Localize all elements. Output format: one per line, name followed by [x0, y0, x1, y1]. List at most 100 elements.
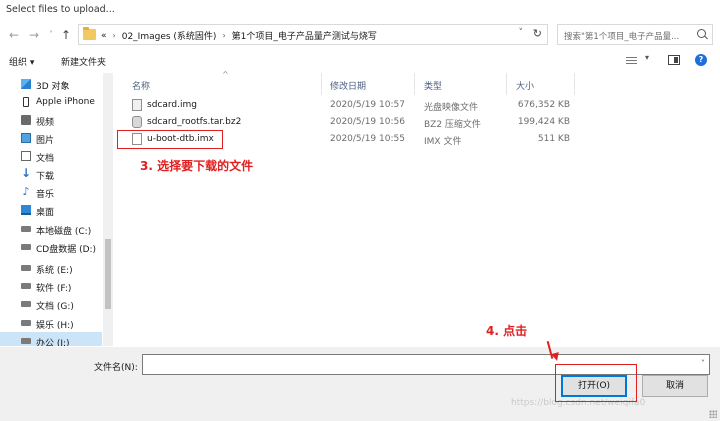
address-row: ← → ˅ ↑ « › 02_Images (系统固件) › 第1个项目_电子产…	[0, 22, 720, 48]
breadcrumb-overflow[interactable]: «	[101, 31, 107, 41]
sidebar-scroll-thumb[interactable]	[105, 239, 111, 309]
forward-arrow-icon[interactable]: →	[26, 26, 42, 44]
file-row[interactable]: sdcard.img 2020/5/19 10:57 光盘映像文件 676,35…	[114, 98, 574, 114]
address-bar[interactable]: « › 02_Images (系统固件) › 第1个项目_电子产品量产测试与烧写…	[78, 24, 548, 45]
sidebar-item-label: 下载	[36, 172, 55, 182]
column-divider[interactable]	[574, 73, 575, 95]
drive-icon	[21, 244, 31, 250]
navigation-pane: 3D 对象 Apple iPhone 视频 图片 文档 ↓ 下载 ♪ 音乐 桌面…	[0, 73, 113, 346]
sidebar-item-documents[interactable]: 文档	[0, 147, 102, 165]
sidebar-item-label: 桌面	[36, 208, 55, 218]
file-size: 511 KB	[537, 134, 570, 144]
sidebar-item-label: CD盘数据 (D:)	[36, 245, 97, 255]
sidebar-item-apple-iphone[interactable]: Apple iPhone	[0, 93, 102, 111]
3d-objects-icon	[21, 79, 31, 89]
up-arrow-icon[interactable]: ↑	[58, 26, 74, 44]
title-bar: Select files to upload...	[0, 0, 720, 19]
file-list: ^ 名称 修改日期 类型 大小 sdcard.img 2020/5/19 10:…	[114, 70, 720, 346]
cancel-button[interactable]: 取消	[642, 375, 708, 397]
preview-pane-icon[interactable]	[668, 55, 680, 65]
sidebar-item-music[interactable]: ♪ 音乐	[0, 183, 102, 201]
chevron-right-icon: ›	[222, 31, 226, 40]
drive-icon	[21, 283, 31, 289]
music-icon: ♪	[22, 185, 30, 198]
sidebar-item-drive-c[interactable]: 本地磁盘 (C:)	[0, 220, 102, 238]
sidebar-scrollbar[interactable]	[103, 73, 113, 346]
file-type: BZ2 压缩文件	[424, 120, 481, 130]
sidebar-item-drive-f[interactable]: 软件 (F:)	[0, 277, 102, 295]
sidebar-item-drive-i[interactable]: 办公 (I:)	[0, 332, 102, 346]
sidebar-item-label: 图片	[36, 136, 55, 146]
breadcrumb-item[interactable]: 第1个项目_电子产品量产测试与烧写	[232, 29, 377, 42]
column-divider[interactable]	[506, 73, 507, 95]
column-header-name[interactable]: 名称	[132, 79, 150, 92]
column-divider[interactable]	[414, 73, 415, 95]
search-placeholder: 搜索"第1个项目_电子产品量...	[564, 32, 680, 42]
drive-icon	[21, 226, 31, 232]
archive-file-icon	[132, 116, 142, 128]
toolbar: 组织 ▾ 新建文件夹 ▾ ?	[0, 50, 720, 72]
search-input[interactable]: 搜索"第1个项目_电子产品量...	[557, 24, 713, 45]
sidebar-item-label: 音乐	[36, 190, 55, 200]
sidebar-item-label: 办公 (I:)	[36, 339, 70, 346]
column-header-date[interactable]: 修改日期	[330, 79, 366, 92]
refresh-icon[interactable]: ↻	[533, 27, 542, 40]
file-date: 2020/5/19 10:55	[330, 134, 405, 144]
download-icon: ↓	[21, 166, 32, 180]
phone-icon	[23, 97, 29, 107]
new-folder-button[interactable]: 新建文件夹	[61, 55, 106, 68]
file-type: IMX 文件	[424, 137, 462, 147]
sidebar-item-label: 文档 (G:)	[36, 302, 74, 312]
file-date: 2020/5/19 10:56	[330, 117, 405, 127]
sidebar-item-label: 3D 对象	[36, 82, 70, 92]
sidebar-item-label: 娱乐 (H:)	[36, 321, 74, 331]
address-dropdown-icon[interactable]: ˅	[519, 28, 524, 38]
chevron-right-icon: ›	[112, 31, 116, 40]
help-icon[interactable]: ?	[695, 54, 707, 66]
column-divider[interactable]	[321, 73, 322, 95]
sidebar-item-label: 文档	[36, 154, 55, 164]
sidebar-item-drive-d[interactable]: CD盘数据 (D:)	[0, 238, 102, 256]
sidebar-item-pictures[interactable]: 图片	[0, 129, 102, 147]
column-headers: ^ 名称 修改日期 类型 大小	[114, 70, 720, 95]
file-name: sdcard_rootfs.tar.bz2	[147, 117, 242, 127]
sidebar-item-label: 软件 (F:)	[36, 284, 72, 294]
file-type: 光盘映像文件	[424, 103, 479, 113]
chevron-down-icon[interactable]: ˅	[701, 359, 705, 368]
drive-icon	[21, 338, 31, 344]
folder-icon	[83, 27, 96, 40]
sidebar-item-drive-g[interactable]: 文档 (G:)	[0, 295, 102, 313]
file-size: 676,352 KB	[517, 100, 570, 110]
view-dropdown-icon[interactable]: ▾	[645, 53, 649, 69]
annotation-highlight-box	[117, 130, 223, 149]
sidebar-item-3d-objects[interactable]: 3D 对象	[0, 75, 102, 93]
documents-icon	[21, 151, 31, 161]
pictures-icon	[21, 133, 31, 143]
sidebar-item-downloads[interactable]: ↓ 下载	[0, 165, 102, 183]
annotation-step3: 3. 选择要下载的文件	[140, 159, 254, 173]
sidebar-item-label: 本地磁盘 (C:)	[36, 227, 92, 237]
breadcrumb-item[interactable]: 02_Images (系统固件)	[122, 29, 217, 42]
sidebar-item-label: 视频	[36, 118, 55, 128]
recent-chevron-icon[interactable]: ˅	[43, 26, 59, 44]
drive-icon	[21, 320, 31, 326]
file-size: 199,424 KB	[517, 117, 570, 127]
sidebar-item-drive-e[interactable]: 系统 (E:)	[0, 259, 102, 277]
drive-icon	[21, 301, 31, 307]
sidebar-item-drive-h[interactable]: 娱乐 (H:)	[0, 314, 102, 332]
organize-button[interactable]: 组织 ▾	[9, 55, 34, 68]
video-icon	[21, 115, 31, 125]
file-date: 2020/5/19 10:57	[330, 100, 405, 110]
view-options-icon[interactable]	[626, 53, 638, 69]
window-title: Select files to upload...	[6, 4, 115, 15]
resize-grip-icon[interactable]	[709, 410, 717, 418]
sidebar-item-desktop[interactable]: 桌面	[0, 201, 102, 219]
desktop-icon	[21, 205, 31, 215]
column-header-size[interactable]: 大小	[516, 79, 534, 92]
column-header-type[interactable]: 类型	[424, 79, 442, 92]
file-row[interactable]: sdcard_rootfs.tar.bz2 2020/5/19 10:56 BZ…	[114, 115, 574, 131]
back-arrow-icon[interactable]: ←	[6, 26, 22, 44]
annotation-step4: 4. 点击	[486, 324, 528, 338]
breadcrumb: « › 02_Images (系统固件) › 第1个项目_电子产品量产测试与烧写	[101, 29, 377, 43]
sidebar-item-videos[interactable]: 视频	[0, 111, 102, 129]
